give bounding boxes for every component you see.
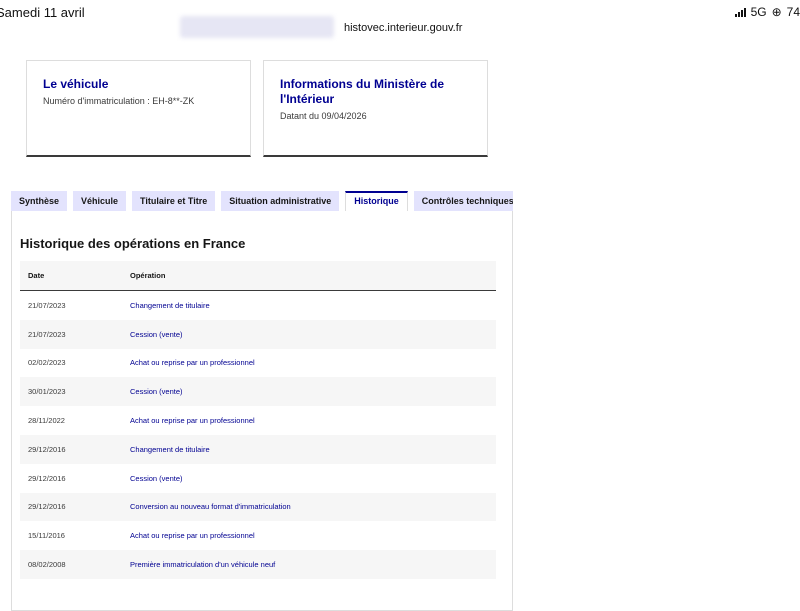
network-label: 5G: [750, 5, 767, 19]
row-date: 28/11/2022: [28, 416, 65, 426]
row-operation: Achat ou reprise par un professionnel: [130, 358, 255, 368]
ministry-card-title: Informations du Ministère de l'Intérieur: [280, 77, 445, 106]
table-row: 08/02/2008 Première immatriculation d'un …: [20, 550, 496, 579]
history-table: Date Opération 21/07/2023 Changement de t…: [20, 261, 496, 579]
vehicle-card-title: Le véhicule: [43, 77, 109, 91]
row-operation: Changement de titulaire: [130, 300, 210, 310]
tab-situation-administrative[interactable]: Situation administrative: [221, 191, 340, 211]
row-date: 08/02/2008: [28, 560, 66, 570]
table-header: Date Opération: [20, 261, 496, 291]
row-operation: Cession (vente): [130, 329, 183, 339]
address-bar-url[interactable]: histovec.interieur.gouv.fr: [344, 22, 462, 34]
row-operation: Achat ou reprise par un professionnel: [130, 531, 255, 541]
table-row: 15/11/2016 Achat ou reprise par un profes…: [20, 521, 496, 550]
tab-controles-techniques[interactable]: Contrôles techniques: [413, 191, 513, 211]
table-body: 21/07/2023 Changement de titulaire 21/07/2…: [20, 291, 496, 579]
blurred-region: [180, 16, 334, 38]
table-row: 21/07/2023 Cession (vente): [20, 319, 496, 349]
row-date: 29/12/2016: [28, 444, 66, 454]
column-header-date: Date: [28, 271, 45, 280]
data-date: Datant du 09/04/2026: [280, 111, 367, 121]
table-row: 21/07/2023 Changement de titulaire: [20, 291, 496, 320]
row-date: 21/07/2023: [28, 300, 66, 310]
row-operation: Conversion au nouveau format d'immatricu…: [130, 502, 291, 512]
table-row: 29/12/2016 Changement de titulaire: [20, 434, 496, 464]
tab-synthese[interactable]: Synthèse: [11, 191, 68, 211]
status-bar-time: Samedi 11 avril: [0, 5, 85, 20]
tab-historique[interactable]: Historique: [345, 191, 408, 211]
tab-vehicule[interactable]: Véhicule: [73, 191, 127, 211]
tab-bar: Synthèse Véhicule Titulaire et Titre Situat…: [11, 191, 513, 211]
row-operation: Première immatriculation d'un véhicule n…: [130, 560, 276, 570]
history-title: Historique des opérations en France: [20, 236, 246, 251]
row-date: 02/02/2023: [28, 358, 66, 368]
row-operation: Achat ou reprise par un professionnel: [130, 416, 255, 426]
row-date: 29/12/2016: [28, 502, 66, 512]
table-row: 29/12/2016 Cession (vente): [20, 464, 496, 493]
registration-number: Numéro d'immatriculation : EH-8**-ZK: [43, 96, 195, 106]
row-operation: Cession (vente): [130, 473, 183, 483]
history-panel: Historique des opérations en France Date…: [11, 211, 513, 611]
tab-titulaire-et-titre[interactable]: Titulaire et Titre: [132, 191, 216, 211]
table-row: 02/02/2023 Achat ou reprise par un profes…: [20, 349, 496, 378]
row-date: 15/11/2016: [28, 531, 65, 541]
battery-level: 74: [786, 5, 800, 19]
column-header-operation: Opération: [130, 271, 166, 280]
vehicle-card: Le véhicule Numéro d'immatriculation : E…: [26, 60, 251, 157]
signal-icon: [734, 7, 746, 17]
orientation-lock-icon: ⊕: [771, 5, 782, 19]
table-row: 28/11/2022 Achat ou reprise par un profes…: [20, 406, 496, 435]
row-operation: Changement de titulaire: [130, 444, 210, 454]
row-date: 30/01/2023: [28, 387, 66, 397]
row-date: 21/07/2023: [28, 329, 66, 339]
row-operation: Cession (vente): [130, 387, 183, 397]
status-bar-right: 5G ⊕ 74: [734, 5, 800, 19]
table-row: 30/01/2023 Cession (vente): [20, 377, 496, 407]
ministry-info-card: Informations du Ministère de l'Intérieur…: [263, 60, 488, 157]
table-row: 29/12/2016 Conversion au nouveau format d…: [20, 492, 496, 522]
row-date: 29/12/2016: [28, 473, 66, 483]
